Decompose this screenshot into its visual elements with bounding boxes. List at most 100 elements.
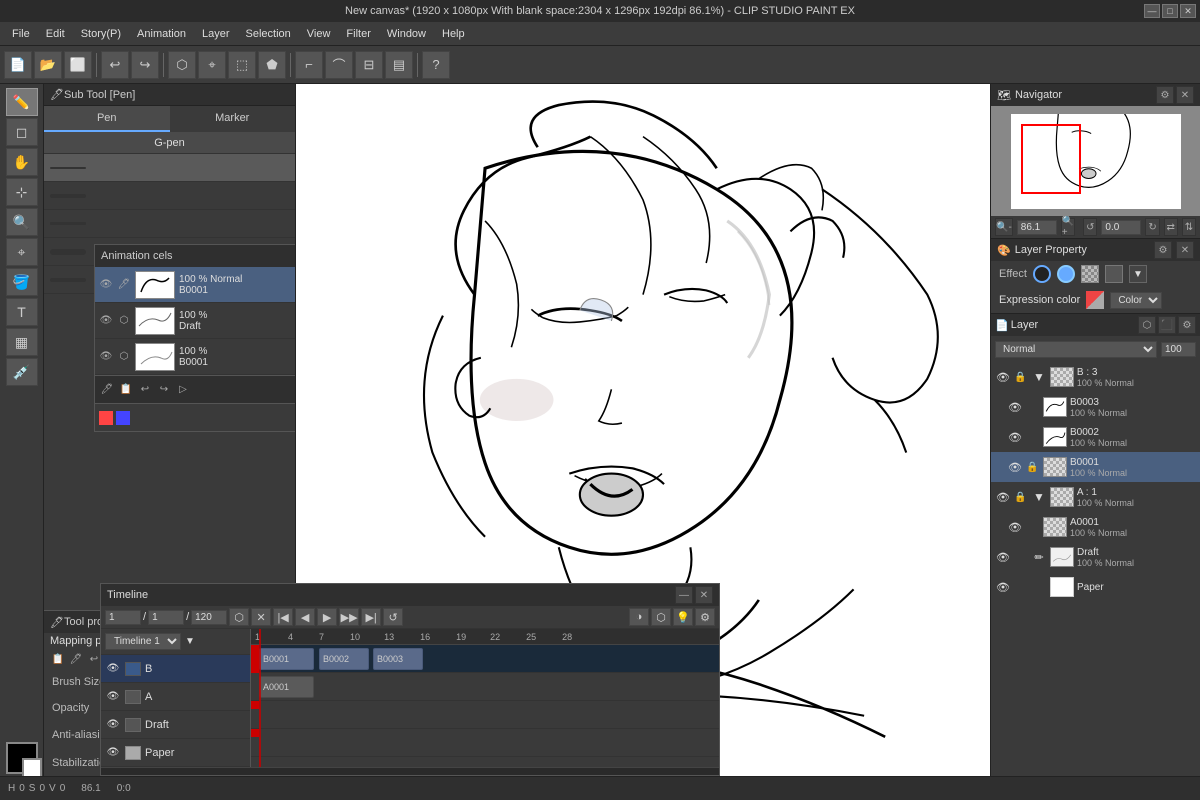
tl-settings-btn[interactable]: ⚙ <box>695 608 715 626</box>
tl-onion-btn[interactable]: ◑ <box>629 608 649 626</box>
tl-delete-cel-btn[interactable]: ✕ <box>251 608 271 626</box>
close-button[interactable]: ✕ <box>1180 4 1196 18</box>
layer-row-b0002[interactable]: 👁 B0002 100 % Normal <box>991 422 1200 452</box>
anim-tb-5[interactable]: ▷ <box>175 382 191 398</box>
menu-view[interactable]: View <box>299 26 339 42</box>
text-tool-button[interactable]: T <box>6 298 38 326</box>
menu-edit[interactable]: Edit <box>38 26 73 42</box>
tl-light-btn[interactable]: 💡 <box>673 608 693 626</box>
brush-item-mapping[interactable] <box>44 210 295 238</box>
anim-cel-row-b0001[interactable]: 👁 ⬡ 100 % B0001 <box>95 339 296 375</box>
zoom-tool-button[interactable]: 🔍 <box>6 208 38 236</box>
layer-vis-b0002[interactable]: 👁 <box>1007 429 1023 445</box>
expr-color-select[interactable]: Color <box>1110 292 1162 309</box>
layer-prop-settings-icon[interactable]: ⚙ <box>1154 241 1172 259</box>
nav-flip-v-icon[interactable]: ⇅ <box>1182 218 1196 236</box>
layer-vis-b0001[interactable]: 👁 <box>1007 459 1023 475</box>
new-button[interactable]: 📄 <box>4 51 32 79</box>
panel-button[interactable]: ▤ <box>385 51 413 79</box>
layer-prop-close-icon[interactable]: ✕ <box>1176 241 1194 259</box>
tool-prop-icon-2[interactable]: 🖊 <box>68 651 84 667</box>
tl-track-a[interactable]: 👁 A <box>101 683 250 711</box>
layer-panel-icon-2[interactable]: ⬛ <box>1158 316 1176 334</box>
layer-vis-b3[interactable]: 👁 <box>995 369 1011 385</box>
layer-vis-a1[interactable]: 👁 <box>995 489 1011 505</box>
timeline-name-select[interactable]: Timeline 1 <box>105 633 181 650</box>
timeline-scrollbar[interactable] <box>101 767 719 775</box>
tl-cel-a0001[interactable]: A0001 <box>259 676 314 698</box>
anim-tb-1[interactable]: 🖊 <box>99 382 115 398</box>
layer-opacity-input[interactable] <box>1161 342 1196 357</box>
anim-color-1[interactable] <box>99 411 113 425</box>
line-button[interactable]: ⌐ <box>295 51 323 79</box>
tl-frame-row-a[interactable]: A0001 <box>251 673 719 701</box>
tl-frame-row-draft[interactable] <box>251 701 719 729</box>
anim-tb-3[interactable]: ↩ <box>137 382 153 398</box>
menu-window[interactable]: Window <box>379 26 434 42</box>
anim-lock-icon[interactable]: 🖊 <box>117 278 131 292</box>
minimize-button[interactable]: — <box>1144 4 1160 18</box>
tl-next-key-btn[interactable]: ▶| <box>361 608 381 626</box>
fill-button[interactable]: ⬟ <box>258 51 286 79</box>
tl-vis-b[interactable]: 👁 <box>105 661 121 677</box>
lasso-tool-button[interactable]: ⌖ <box>6 238 38 266</box>
effect-pattern-btn[interactable] <box>1081 265 1099 283</box>
layer-row-b0001[interactable]: 👁 🔒 B0001 100 % Normal <box>991 452 1200 482</box>
tl-track-paper[interactable]: 👁 Paper <box>101 739 250 767</box>
layer-vis-draft[interactable]: 👁 <box>995 549 1011 565</box>
tl-frame-end-input[interactable] <box>191 610 227 625</box>
tl-frame-start-input[interactable] <box>105 610 141 625</box>
layer-lock-b0001[interactable]: 🔒 <box>1026 462 1040 473</box>
tool-prop-icon-1[interactable]: 📋 <box>50 651 66 667</box>
pen-tool-button[interactable]: ✏️ <box>6 88 38 116</box>
layer-row-paper[interactable]: 👁 Paper <box>991 572 1200 602</box>
anim-tb-2[interactable]: 📋 <box>118 382 134 398</box>
tl-cel-b0001[interactable]: B0001 <box>259 648 314 670</box>
tl-frame-current-input[interactable] <box>148 610 184 625</box>
move-tool-button[interactable]: ✋ <box>6 148 38 176</box>
brush-item-gpen[interactable] <box>44 154 295 182</box>
layer-row-b3[interactable]: 👁 🔒 ▼ B : 3 100 % Normal <box>991 362 1200 392</box>
tl-frame-row-b[interactable]: B0001 B0002 B0003 <box>251 645 719 673</box>
open-button[interactable]: 📂 <box>34 51 62 79</box>
maximize-button[interactable]: □ <box>1162 4 1178 18</box>
tl-track-b[interactable]: 👁 B <box>101 655 250 683</box>
nav-zoom-in-icon[interactable]: 🔍+ <box>1061 218 1075 236</box>
layer-lock-b3[interactable]: 🔒 <box>1014 372 1028 383</box>
anim-vis-icon[interactable]: 👁 <box>99 278 113 292</box>
nav-rotation-input[interactable] <box>1101 220 1141 235</box>
tl-cel-btn[interactable]: ⬡ <box>651 608 671 626</box>
layer-lock-a1[interactable]: 🔒 <box>1014 492 1028 503</box>
tl-vis-draft[interactable]: 👁 <box>105 717 121 733</box>
nav-close-icon[interactable]: ✕ <box>1176 86 1194 104</box>
tl-new-cel-btn[interactable]: ⬡ <box>229 608 249 626</box>
timeline-minimize-icon[interactable]: — <box>675 586 693 604</box>
menu-story[interactable]: Story(P) <box>73 26 129 42</box>
nav-rotate-cw-icon[interactable]: ↻ <box>1145 218 1159 236</box>
timeline-frames[interactable]: 1 4 7 10 13 16 19 22 25 28 B0001 B0002 <box>251 629 719 767</box>
tl-frame-row-paper[interactable] <box>251 729 719 757</box>
foreground-color[interactable] <box>6 742 38 774</box>
nav-zoom-out-icon[interactable]: 🔍- <box>995 218 1013 236</box>
select-tool-button[interactable]: ⊹ <box>6 178 38 206</box>
tl-prev-btn[interactable]: ◀ <box>295 608 315 626</box>
eraser-tool-button[interactable]: ◻ <box>6 118 38 146</box>
tl-dropdown-icon[interactable]: ▼ <box>185 636 195 647</box>
effect-solid-btn[interactable] <box>1105 265 1123 283</box>
save-button[interactable]: ⬜ <box>64 51 92 79</box>
tl-loop-btn[interactable]: ↺ <box>383 608 403 626</box>
effect-circle-btn[interactable] <box>1033 265 1051 283</box>
lasso-button[interactable]: ⌖ <box>198 51 226 79</box>
redo-button[interactable]: ↪ <box>131 51 159 79</box>
layer-blend-select[interactable]: Normal <box>995 341 1157 358</box>
nav-settings-icon[interactable]: ⚙ <box>1156 86 1174 104</box>
effect-more-btn[interactable]: ▼ <box>1129 265 1147 283</box>
layer-vis-b0003[interactable]: 👁 <box>1007 399 1023 415</box>
tab-marker[interactable]: Marker <box>170 106 296 132</box>
menu-file[interactable]: File <box>4 26 38 42</box>
tl-track-draft[interactable]: 👁 Draft <box>101 711 250 739</box>
nav-zoom-input[interactable] <box>1017 220 1057 235</box>
menu-selection[interactable]: Selection <box>238 26 299 42</box>
transform-button[interactable]: ⬚ <box>228 51 256 79</box>
tl-vis-paper[interactable]: 👁 <box>105 745 121 761</box>
